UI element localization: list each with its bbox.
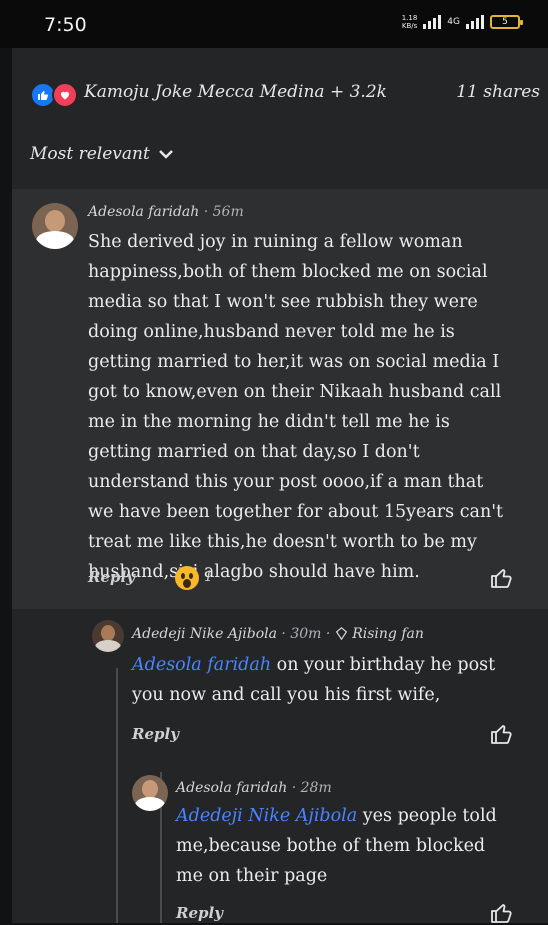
comment-time: · 28m	[291, 780, 332, 796]
comment-author-line: Adesola faridah · 28m	[176, 780, 332, 796]
chevron-down-icon	[158, 150, 173, 159]
sort-dropdown[interactable]: Most relevant	[30, 144, 174, 164]
avatar[interactable]	[92, 620, 124, 652]
reply-button[interactable]: Reply	[176, 904, 223, 922]
network-speed: 1.18 KB/s	[401, 14, 418, 30]
comment-text: Adedeji Nike Ajibola yes people told me,…	[176, 806, 497, 886]
comment-time: · 56m	[203, 204, 244, 220]
comment-author-line: Adedeji Nike Ajibola · 30m · Rising fan	[132, 626, 424, 642]
avatar[interactable]	[32, 203, 78, 249]
reaction-names: Kamoju Joke Mecca Medina + 3.2k	[84, 82, 387, 102]
mention-link[interactable]: Adesola faridah	[132, 655, 271, 675]
comment-text: She derived joy in ruining a fellow woma…	[88, 232, 504, 582]
sort-label: Most relevant	[30, 144, 150, 164]
love-reaction-icon	[52, 82, 78, 108]
comment-author[interactable]: Adesola faridah	[176, 780, 287, 796]
mention-link[interactable]: Adedeji Nike Ajibola	[176, 806, 357, 826]
thread-line	[116, 668, 118, 923]
reactions-summary[interactable]: Kamoju Joke Mecca Medina + 3.2k 11 share…	[30, 82, 540, 108]
reply-button[interactable]: Reply	[132, 725, 179, 743]
signal-icon	[423, 15, 442, 29]
like-icon[interactable]	[489, 901, 513, 925]
comment-author[interactable]: Adesola faridah	[88, 204, 199, 220]
rising-fan-icon	[335, 627, 347, 641]
lte-label: 4G	[447, 16, 460, 27]
wow-reaction-icon	[175, 566, 199, 590]
avatar[interactable]	[132, 775, 168, 811]
comment-time: · 30m ·	[281, 626, 331, 642]
status-bar: 7:50 1.18 KB/s 4G 5	[0, 0, 548, 48]
signal-2-icon	[466, 15, 484, 29]
status-icons: 1.18 KB/s 4G 5	[401, 14, 523, 30]
like-icon[interactable]	[489, 566, 513, 590]
comments-sheet: Kamoju Joke Mecca Medina + 3.2k 11 share…	[12, 48, 548, 923]
status-time: 7:50	[44, 14, 87, 36]
comment-author[interactable]: Adedeji Nike Ajibola	[132, 626, 277, 642]
like-icon[interactable]	[489, 722, 513, 746]
comment-author-line: Adesola faridah · 56m	[88, 204, 244, 220]
battery-icon: 5	[490, 15, 523, 29]
rising-fan-badge: Rising fan	[352, 626, 424, 642]
reaction-count: 1	[204, 569, 213, 585]
comment-text: Adesola faridah on your birthday he post…	[132, 655, 496, 705]
reply-button[interactable]: Reply	[88, 568, 135, 586]
reaction-icons	[30, 82, 78, 108]
shares-count[interactable]: 11 shares	[456, 82, 540, 102]
